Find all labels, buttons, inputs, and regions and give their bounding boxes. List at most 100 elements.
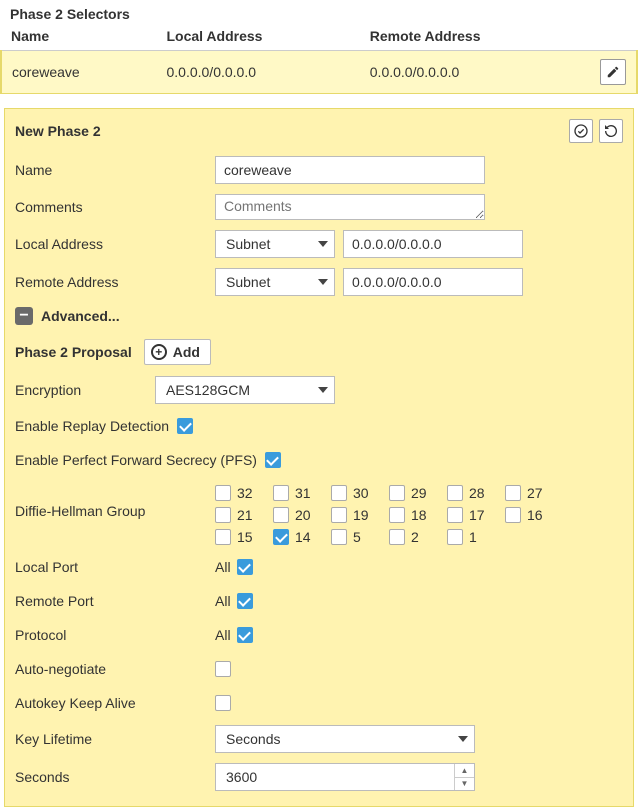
dh-group-32[interactable]: 32 [215,485,265,501]
auto-negotiate-label: Auto-negotiate [15,661,215,677]
dh-label-14: 14 [295,529,311,545]
dh-label-21: 21 [237,507,253,523]
chevron-down-icon [318,279,328,285]
dh-group-21[interactable]: 21 [215,507,265,523]
dh-label-32: 32 [237,485,253,501]
selectors-title: Phase 2 Selectors [0,0,638,24]
confirm-button[interactable] [569,119,593,143]
dh-group-15[interactable]: 15 [215,529,265,545]
collapse-icon: − [15,307,33,325]
encryption-label: Encryption [15,382,155,398]
dh-checkbox-2[interactable] [389,529,405,545]
dh-label-16: 16 [527,507,543,523]
dh-group-1[interactable]: 1 [447,529,497,545]
panel-title: New Phase 2 [15,123,563,139]
dh-group-18[interactable]: 18 [389,507,439,523]
remote-address-label: Remote Address [15,274,215,290]
name-input[interactable] [215,156,485,184]
pfs-checkbox[interactable] [265,452,281,468]
dh-checkbox-18[interactable] [389,507,405,523]
dh-group-14[interactable]: 14 [273,529,323,545]
auto-negotiate-checkbox[interactable] [215,661,231,677]
dh-checkbox-5[interactable] [331,529,347,545]
dh-checkbox-20[interactable] [273,507,289,523]
dh-checkbox-30[interactable] [331,485,347,501]
col-remote: Remote Address [360,24,589,51]
dh-checkbox-29[interactable] [389,485,405,501]
remote-address-input[interactable] [343,268,523,296]
dh-label-30: 30 [353,485,369,501]
dh-label-15: 15 [237,529,253,545]
dh-group-31[interactable]: 31 [273,485,323,501]
remote-port-all-checkbox[interactable] [237,593,253,609]
dh-checkbox-31[interactable] [273,485,289,501]
pencil-icon [606,65,620,79]
dh-checkbox-19[interactable] [331,507,347,523]
chevron-down-icon [318,241,328,247]
dh-checkbox-32[interactable] [215,485,231,501]
dh-group-30[interactable]: 30 [331,485,381,501]
dh-group-29[interactable]: 29 [389,485,439,501]
pfs-label: Enable Perfect Forward Secrecy (PFS) [15,452,257,468]
local-port-all-checkbox[interactable] [237,559,253,575]
dh-group-16[interactable]: 16 [505,507,555,523]
dh-group-27[interactable]: 27 [505,485,555,501]
dh-group-19[interactable]: 19 [331,507,381,523]
dh-group-28[interactable]: 28 [447,485,497,501]
col-name: Name [1,24,156,51]
key-lifetime-value: Seconds [226,731,450,747]
dh-checkbox-21[interactable] [215,507,231,523]
local-address-label: Local Address [15,236,215,252]
dh-checkbox-17[interactable] [447,507,463,523]
spinner-up-icon[interactable]: ▲ [455,764,474,778]
plus-icon: + [151,344,167,360]
dh-group-2[interactable]: 2 [389,529,439,545]
spinner-down-icon[interactable]: ▼ [455,778,474,791]
replay-checkbox[interactable] [177,418,193,434]
seconds-input[interactable]: 3600 ▲ ▼ [215,763,475,791]
dh-label-2: 2 [411,529,419,545]
replay-label: Enable Replay Detection [15,418,169,434]
dh-checkbox-14[interactable] [273,529,289,545]
chevron-down-icon [318,387,328,393]
comments-label: Comments [15,199,215,215]
dh-checkbox-16[interactable] [505,507,521,523]
local-port-all-label: All [215,559,231,575]
dh-checkbox-1[interactable] [447,529,463,545]
protocol-all-label: All [215,627,231,643]
revert-button[interactable] [599,119,623,143]
encryption-value: AES128GCM [166,382,310,398]
encryption-select[interactable]: AES128GCM [155,376,335,404]
local-address-type-select[interactable]: Subnet [215,230,335,258]
seconds-label: Seconds [15,769,215,785]
protocol-label: Protocol [15,627,215,643]
advanced-toggle[interactable]: − Advanced... [15,301,623,331]
dh-label-1: 1 [469,529,477,545]
autokey-checkbox[interactable] [215,695,231,711]
comments-input[interactable] [215,194,485,220]
local-address-input[interactable] [343,230,523,258]
dh-label-18: 18 [411,507,427,523]
key-lifetime-label: Key Lifetime [15,731,215,747]
dh-label-31: 31 [295,485,311,501]
edit-button[interactable] [600,59,626,85]
dh-label: Diffie-Hellman Group [15,485,215,519]
dh-group-17[interactable]: 17 [447,507,497,523]
remote-address-type-select[interactable]: Subnet [215,268,335,296]
dh-group-20[interactable]: 20 [273,507,323,523]
selectors-table: Name Local Address Remote Address corewe… [0,24,638,94]
protocol-all-checkbox[interactable] [237,627,253,643]
dh-group-5[interactable]: 5 [331,529,381,545]
cell-local: 0.0.0.0/0.0.0.0 [156,51,359,94]
dh-label-17: 17 [469,507,485,523]
table-row[interactable]: coreweave 0.0.0.0/0.0.0.0 0.0.0.0/0.0.0.… [1,51,637,94]
dh-checkbox-15[interactable] [215,529,231,545]
add-button[interactable]: + Add [144,339,211,365]
dh-checkbox-28[interactable] [447,485,463,501]
dh-group-grid: 3231302928272120191817161514521 [215,485,575,545]
key-lifetime-select[interactable]: Seconds [215,725,475,753]
name-label: Name [15,162,215,178]
dh-checkbox-27[interactable] [505,485,521,501]
spinner-control[interactable]: ▲ ▼ [454,764,474,790]
remote-address-type-value: Subnet [226,274,310,290]
